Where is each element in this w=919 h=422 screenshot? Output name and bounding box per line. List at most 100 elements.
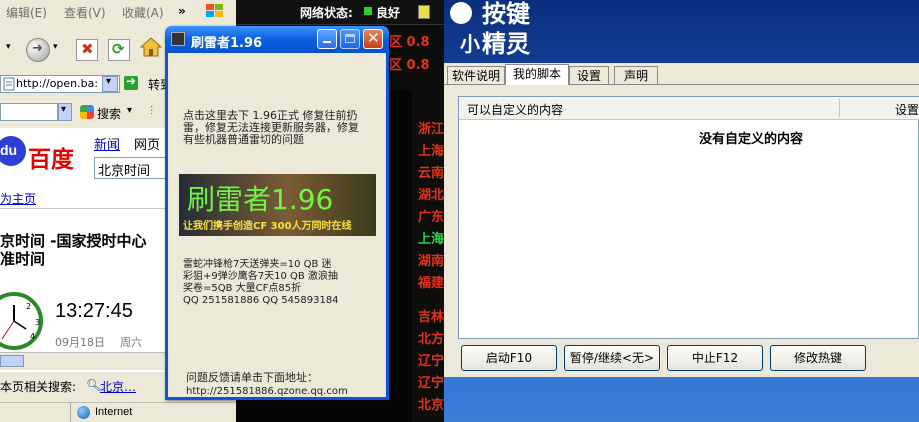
change-hotkey-button[interactable]: 修改热键 [770, 345, 866, 371]
refresh-button[interactable]: ⟳ [108, 39, 130, 61]
separator-icon: ⫶ [150, 104, 154, 118]
analog-clock: 3 4 2 [0, 291, 44, 351]
network-status-value: 良好 [376, 6, 401, 20]
minimize-button[interactable] [317, 29, 337, 49]
horizontal-scrollbar[interactable] [0, 352, 168, 370]
region-item: 云南 [418, 166, 444, 181]
globe-icon [77, 406, 90, 419]
divider [0, 208, 168, 209]
clock-date: 09月18日 [55, 336, 105, 349]
shualeizhe-window: 刷雷者1.96 ✕ 点击这里去下 1.96正式 修复往前扔雷，修复无法连接更新服… [165, 26, 389, 400]
baidu-search-input[interactable]: 北京时间 [94, 157, 168, 179]
windows-logo-icon [204, 2, 226, 20]
clock-time: 13:27:45 [55, 300, 133, 322]
result-title-line2[interactable]: 准时间 [0, 248, 45, 269]
promo-line: QQ 251581886 QQ 545893184 [183, 295, 339, 306]
back-dropdown-icon[interactable]: ▾ [6, 42, 11, 52]
toolbar-search-input[interactable] [0, 103, 58, 121]
feedback-label: 问题反馈请单击下面地址： [186, 371, 318, 384]
app-icon [171, 32, 185, 46]
start-button[interactable]: 启动F10 [461, 345, 557, 371]
toolbar-search-dropdown[interactable]: ▾ [58, 103, 72, 121]
region-item: 辽宁 [418, 376, 444, 391]
tab-settings[interactable]: 设置 [569, 66, 609, 84]
close-icon: ✕ [367, 29, 380, 47]
popup-titlebar[interactable]: 刷雷者1.96 ✕ [165, 26, 389, 53]
region-item: 上海 [418, 232, 444, 247]
tab-statement[interactable]: 声明 [614, 66, 658, 84]
zone-label: Internet [95, 406, 133, 418]
related-search-link[interactable]: 北京… [100, 378, 136, 395]
browser-menubar: 编辑(E) 查看(V) 收藏(A) » [0, 0, 236, 23]
column-header-content[interactable]: 可以自定义的内容 [467, 101, 563, 118]
banner-slogan: 让我们携手创造CF 300人万同时在线 [183, 221, 352, 232]
related-search-label: 本页相关搜索: [0, 380, 77, 394]
address-dropdown-button[interactable]: ▾ [102, 76, 118, 92]
go-arrow-icon: ➜ [126, 74, 137, 88]
promo-banner[interactable]: 刷雷者1.96 让我们携手创造CF 300人万同时在线 [179, 174, 376, 236]
stop-button[interactable]: ✖ [76, 39, 98, 61]
set-homepage-link[interactable]: 为主页 [0, 190, 36, 207]
promo-line: 奖卷=5QB 大量CF点85折 [183, 283, 302, 294]
baidu-nav-web[interactable]: 网页 [134, 134, 160, 153]
region-item: 吉林 [418, 310, 444, 325]
go-button[interactable]: ➜ [124, 74, 138, 90]
baidu-logo[interactable]: du 百度 [0, 134, 84, 173]
clock-day: 周六 [120, 336, 142, 349]
address-text: http://open.ba: [16, 77, 99, 90]
refresh-icon: ⟳ [112, 40, 125, 58]
script-list[interactable]: 可以自定义的内容 设置 没有自定义的内容 [458, 96, 919, 339]
menu-more-chevron[interactable]: » [178, 4, 186, 18]
update-notice-link[interactable]: 点击这里去下 1.96正式 修复往前扔雷，修复无法连接更新服务器，修复有些机器普… [183, 110, 368, 146]
tab-my-scripts[interactable]: 我的脚本 [505, 64, 569, 85]
empty-list-message: 没有自定义的内容 [699, 132, 804, 147]
promo-text: 雷蛇冲锋枪7天送弹夹=10 QB 迷 彩狙+9弹沙鹰各7天10 QB 激浪抽 奖… [183, 259, 339, 307]
region-item: 北方 [418, 332, 444, 347]
popup-body: 点击这里去下 1.96正式 修复往前扔雷，修复无法连接更新服务器，修复有些机器普… [168, 53, 386, 397]
home-button[interactable] [139, 36, 163, 58]
clock-icon: 3 4 2 [0, 292, 43, 350]
feedback-url-link[interactable]: http://251581886.qzone.qq.com [186, 386, 348, 398]
popup-title: 刷雷者1.96 [191, 36, 263, 51]
maximize-button[interactable] [340, 29, 360, 49]
baidu-nav-news[interactable]: 新闻 [94, 134, 120, 153]
forward-dropdown-icon[interactable]: ▾ [53, 42, 58, 52]
region-code-2: 区 0.8 [389, 58, 430, 73]
related-search-icon: 🔍︎ [86, 378, 102, 392]
menu-view[interactable]: 查看(V) [64, 4, 106, 21]
tab-software-info[interactable]: 软件说明 [447, 66, 505, 84]
region-item: 北京 [418, 398, 444, 413]
stop-button[interactable]: 中止F12 [667, 345, 763, 371]
forward-arrow-icon: ➜ [32, 41, 43, 56]
baidu-du: du [0, 142, 18, 158]
maximize-icon [345, 34, 355, 43]
forward-button[interactable]: ➜ [26, 38, 50, 62]
chevron-down-icon: ▾ [61, 104, 67, 115]
baidu-search-query: 北京时间 [98, 164, 151, 179]
promo-line: 雷蛇冲锋枪7天送弹夹=10 QB 迷 [183, 259, 332, 270]
banner-title: 刷雷者1.96 [187, 183, 334, 216]
menu-edit[interactable]: 编辑(E) [6, 4, 47, 21]
browser-page: du 百度 新闻 网页 北京时间 为主页 京时间 -国家授时中心 准时间 3 4… [0, 128, 168, 372]
status-bar: Internet [0, 402, 236, 422]
close-button[interactable]: ✕ [363, 29, 383, 49]
logo-small: 小 [460, 32, 480, 56]
toolbar-search-button[interactable]: 搜索 [97, 105, 121, 122]
menu-favorites[interactable]: 收藏(A) [122, 4, 164, 21]
region-item: 广东 [418, 210, 444, 225]
network-status-label: 网络状态: [300, 6, 353, 20]
scroll-thumb[interactable] [0, 355, 24, 367]
toolbar-search-more[interactable]: ▾ [127, 105, 132, 116]
anjian-jingling-window: 按键 小 精灵 软件说明 我的脚本 设置 声明 可以自定义的内容 设置 没有自定… [444, 0, 919, 422]
column-divider [839, 99, 840, 117]
pause-resume-button[interactable]: 暂停/继续<无> [564, 345, 660, 371]
column-header-settings[interactable]: 设置 [895, 101, 919, 118]
svg-text:4: 4 [30, 332, 35, 341]
status-box-icon [418, 5, 430, 19]
chevron-down-icon: ▾ [106, 76, 112, 87]
minimize-icon [323, 41, 331, 43]
region-item: 湖北 [418, 188, 444, 203]
region-item: 辽宁 [418, 354, 444, 369]
logo-mascot-icon [450, 2, 472, 24]
network-status-indicator-icon [364, 7, 372, 15]
